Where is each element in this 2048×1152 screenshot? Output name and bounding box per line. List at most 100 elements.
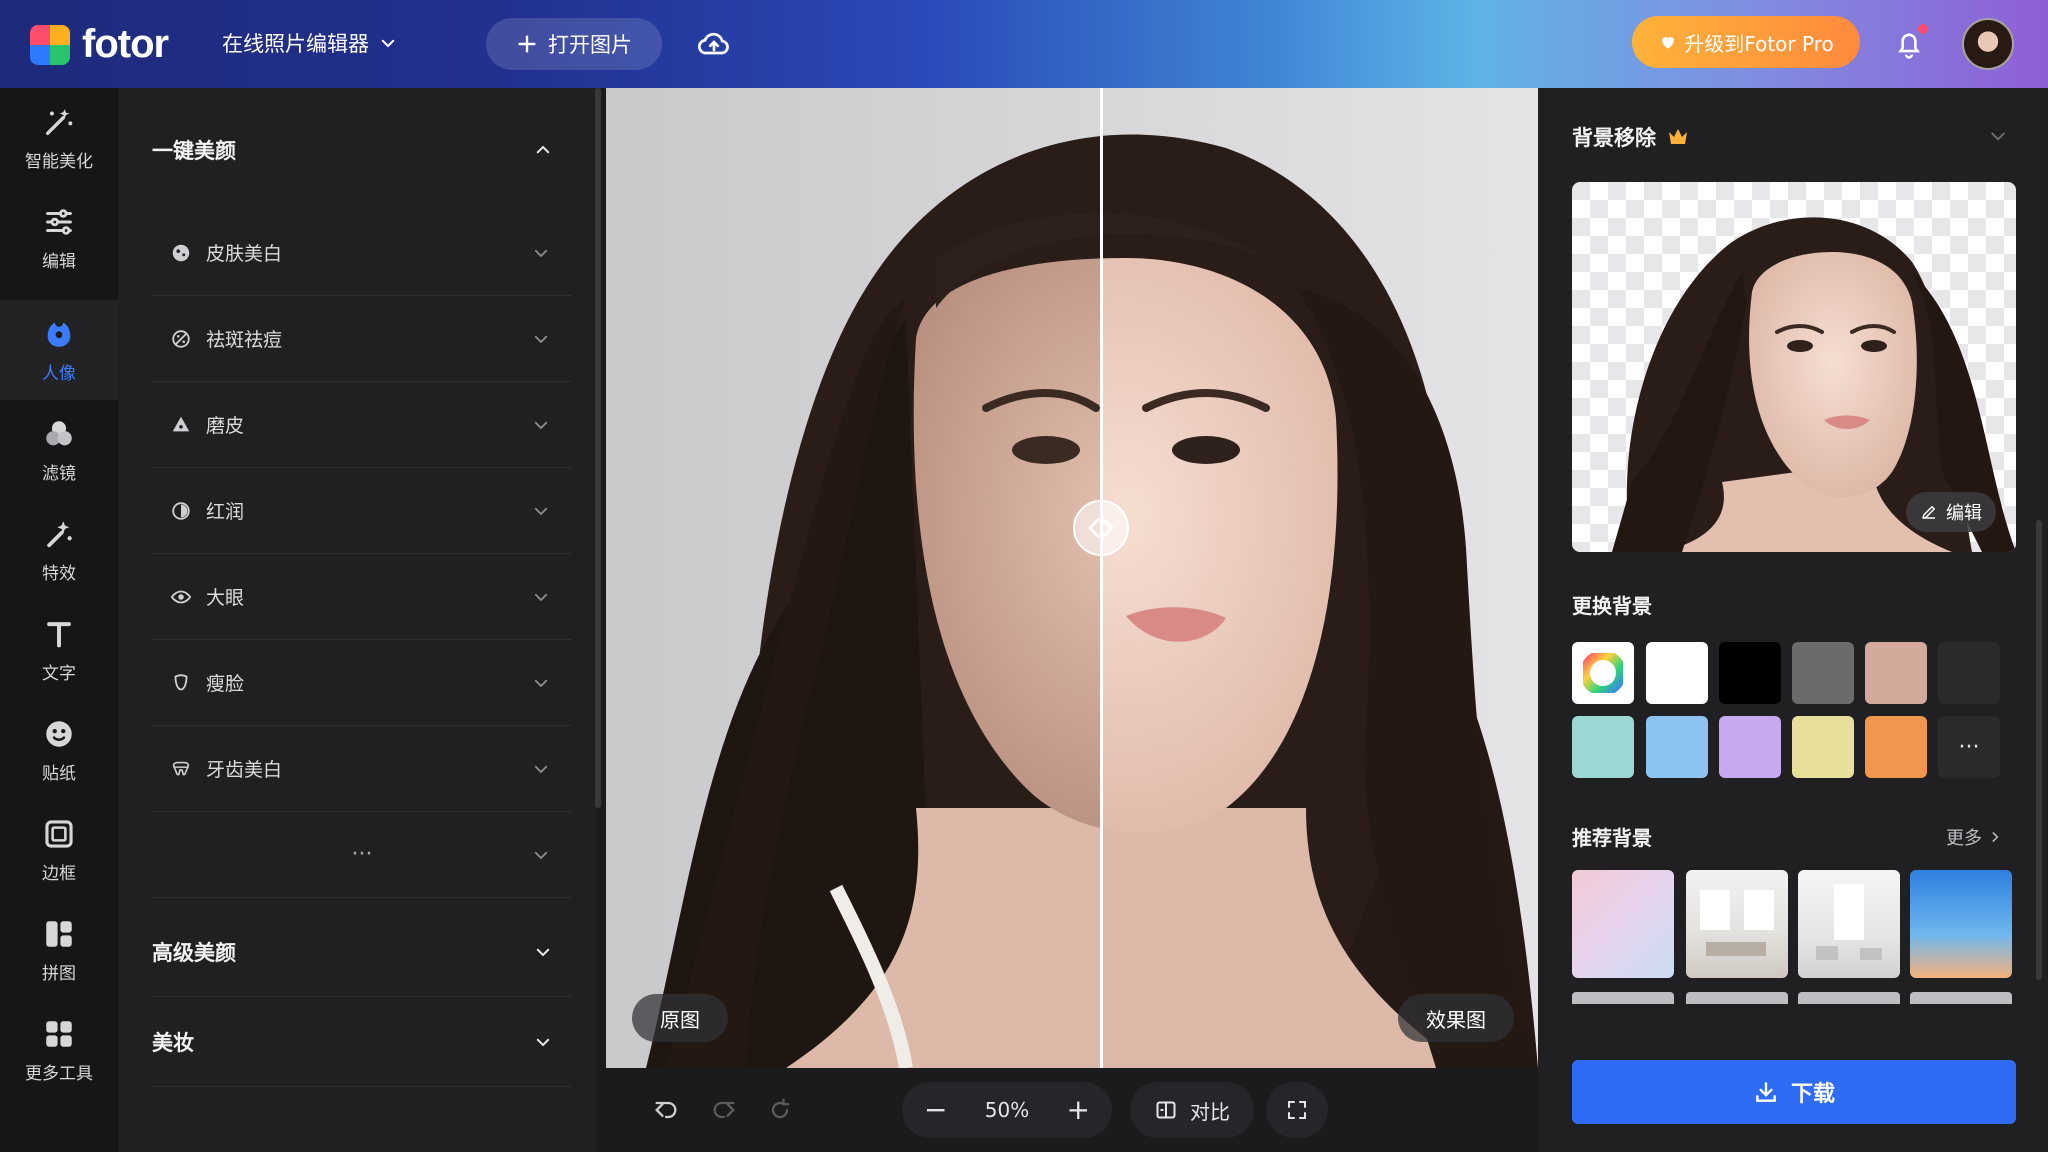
filter-icon [46, 420, 72, 445]
color-swatch[interactable] [1865, 716, 1927, 778]
right-panel-scrollbar[interactable] [2036, 520, 2042, 980]
panel-title: 背景移除 [1572, 122, 1690, 152]
color-swatch[interactable] [1865, 642, 1927, 704]
rail-item-text[interactable]: 文字 [0, 600, 118, 700]
color-swatch[interactable] [1572, 716, 1634, 778]
chevron-down-icon [532, 588, 550, 606]
collapse-chevron-icon[interactable] [1988, 126, 2008, 146]
text-icon [47, 621, 71, 647]
compare-divider [1100, 88, 1103, 1068]
cloud-upload-icon[interactable] [696, 26, 732, 62]
recommend-bg-title: 推荐背景 [1572, 826, 1652, 850]
reset-icon[interactable] [766, 1096, 794, 1124]
zoom-out-button[interactable]: − [924, 1096, 947, 1124]
color-picker-swatch[interactable] [1572, 642, 1634, 704]
zoom-level: 50% [984, 1098, 1030, 1122]
rail-label: 人像 [42, 363, 76, 384]
rail-label: 滤镜 [42, 463, 76, 484]
rail-label: 智能美化 [25, 151, 93, 172]
bg-thumbnail-room[interactable] [1686, 870, 1788, 978]
bg-thumbnail-partial[interactable] [1798, 992, 1900, 1004]
logo-text: fotor [82, 22, 169, 66]
user-avatar[interactable] [1962, 18, 2014, 70]
more-colors-button[interactable]: ··· [1938, 716, 2000, 778]
zoom-control: − 50% + [902, 1082, 1112, 1138]
bg-thumbnail-partial[interactable] [1686, 992, 1788, 1004]
redo-icon[interactable] [710, 1096, 738, 1124]
rail-item-frame[interactable]: 边框 [0, 800, 118, 900]
rosy-icon [172, 501, 190, 520]
bg-thumbnail-sky[interactable] [1910, 870, 2012, 978]
section-makeup[interactable]: 美妆 [152, 1012, 572, 1072]
color-swatch[interactable] [1646, 716, 1708, 778]
blemish-icon [172, 329, 190, 348]
color-swatch[interactable] [1646, 642, 1708, 704]
rail-label: 边框 [42, 863, 76, 884]
rail-label: 拼图 [42, 963, 76, 984]
rail-item-more-tools[interactable]: 更多工具 [0, 1000, 118, 1100]
color-swatch[interactable] [1719, 642, 1781, 704]
more-dots: ··· [351, 842, 373, 867]
eye-icon [170, 590, 192, 603]
beauty-item-rosy[interactable]: 红润 [152, 468, 572, 554]
beauty-panel: 一键美颜 皮肤美白 祛斑祛痘 磨皮 红润 大眼 瘦脸 牙齿美白 ··· 高级美颜… [118, 88, 596, 1152]
rail-item-effects[interactable]: 特效 [0, 500, 118, 600]
effects-icon [47, 520, 72, 547]
rail-item-sticker[interactable]: 贴纸 [0, 700, 118, 800]
chevron-down-icon [532, 846, 550, 864]
open-image-button[interactable]: 打开图片 [486, 18, 662, 70]
section-title: 美妆 [152, 1031, 194, 1055]
change-bg-title: 更换背景 [1572, 594, 1652, 618]
fullscreen-button[interactable] [1266, 1082, 1328, 1138]
color-swatch[interactable] [1792, 642, 1854, 704]
rail-label: 编辑 [42, 251, 76, 272]
chevron-down-icon [534, 943, 552, 961]
heart-icon [1662, 37, 1675, 49]
section-divider [152, 996, 572, 997]
compare-icon [1156, 1101, 1176, 1119]
beauty-item-more[interactable]: ··· [152, 812, 572, 898]
beauty-item-blemish[interactable]: 祛斑祛痘 [152, 296, 572, 382]
chevron-down-icon [532, 244, 550, 262]
chevron-down-icon [532, 502, 550, 520]
undo-icon[interactable] [652, 1096, 680, 1124]
beauty-item-teeth-whiten[interactable]: 牙齿美白 [152, 726, 572, 812]
crown-icon [1669, 129, 1687, 144]
color-swatch[interactable] [1938, 642, 2000, 704]
color-swatch[interactable] [1792, 716, 1854, 778]
bg-thumbnail-partial[interactable] [1910, 992, 2012, 1004]
color-swatch[interactable] [1719, 716, 1781, 778]
editor-mode-dropdown[interactable]: 在线照片编辑器 [222, 28, 397, 58]
rail-item-smart[interactable]: 智能美化 [0, 88, 118, 188]
teeth-icon [172, 761, 190, 776]
smooth-icon [172, 416, 190, 431]
bg-thumbnail-pastel[interactable] [1572, 870, 1674, 978]
bg-removed-preview[interactable]: 编辑 [1572, 182, 2016, 552]
compare-button[interactable]: 对比 [1130, 1082, 1254, 1138]
beauty-item-skin-whiten[interactable]: 皮肤美白 [152, 210, 572, 296]
edit-cutout-button[interactable]: 编辑 [1906, 492, 1996, 532]
more-colors-dots: ··· [1958, 734, 1980, 760]
bg-thumbnail-partial[interactable] [1572, 992, 1674, 1004]
beauty-item-big-eyes[interactable]: 大眼 [152, 554, 572, 640]
chevron-up-icon [534, 141, 552, 159]
zoom-in-button[interactable]: + [1067, 1096, 1090, 1124]
chevron-down-icon [381, 39, 395, 48]
section-one-click-beauty[interactable]: 一键美颜 [152, 120, 572, 180]
rail-item-portrait[interactable]: 人像 [0, 300, 118, 400]
photo-canvas[interactable]: 原图 效果图 [606, 88, 1538, 1068]
bg-thumbnail-studio[interactable] [1798, 870, 1900, 978]
more-backgrounds-link[interactable]: 更多 [1946, 824, 2002, 850]
rail-item-edit[interactable]: 编辑 [0, 188, 118, 288]
rail-item-collage[interactable]: 拼图 [0, 900, 118, 1000]
fotor-logo[interactable]: fotor [30, 22, 169, 67]
download-button[interactable]: 下载 [1572, 1060, 2016, 1124]
panel-scrollbar[interactable] [594, 88, 602, 808]
rail-item-filter[interactable]: 滤镜 [0, 400, 118, 500]
portrait-photo-compare [606, 88, 1538, 1068]
fullscreen-icon [1288, 1101, 1306, 1119]
beauty-item-smooth[interactable]: 磨皮 [152, 382, 572, 468]
beauty-item-slim-face[interactable]: 瘦脸 [152, 640, 572, 726]
upgrade-pro-button[interactable]: 升级到Fotor Pro [1632, 16, 1860, 68]
section-advanced-beauty[interactable]: 高级美颜 [152, 922, 572, 982]
